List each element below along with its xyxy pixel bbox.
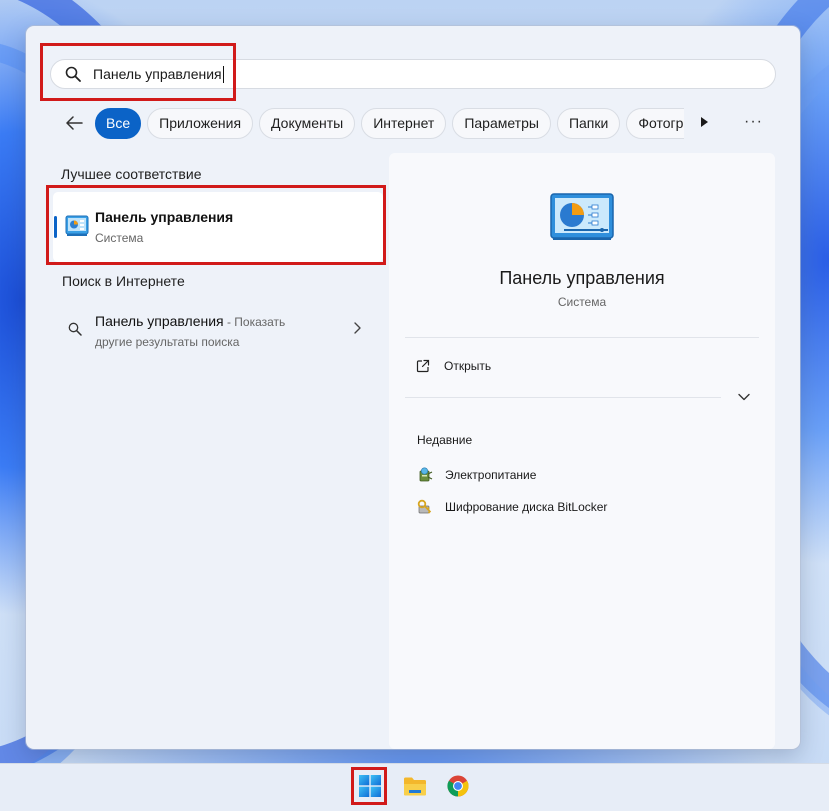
web-search-more: другие результаты поиска [95, 335, 240, 349]
preview-pane: Панель управления Система Открыть Недавн… [389, 153, 775, 749]
annotation-highlight-box [351, 767, 387, 805]
web-search-result[interactable]: Панель управления - Показать другие резу… [66, 312, 366, 352]
more-options-button[interactable]: ··· [744, 113, 763, 131]
search-icon [68, 322, 82, 336]
back-arrow-icon[interactable] [58, 107, 90, 139]
web-search-heading: Поиск в Интернете [62, 273, 185, 289]
power-options-icon [419, 467, 433, 482]
filter-chip-all[interactable]: Все [95, 107, 142, 139]
web-search-query: Панель управления - Показать [95, 313, 286, 329]
recent-item-power[interactable]: Электропитание [417, 467, 536, 483]
recent-item-label: Электропитание [445, 468, 537, 482]
best-match-heading: Лучшее соответствие [61, 166, 202, 182]
filter-bar: Все Приложения Документы Интернет Параме… [58, 107, 690, 139]
divider [405, 397, 721, 398]
preview-title: Панель управления [499, 268, 665, 288]
filter-chip-apps[interactable]: Приложения [147, 107, 254, 139]
chrome-icon[interactable] [447, 775, 469, 797]
annotation-highlight-box [40, 43, 236, 101]
divider [405, 337, 759, 338]
web-search-suffix: - Показать [223, 315, 286, 329]
chevron-right-icon [354, 322, 361, 334]
annotation-highlight-box [46, 185, 386, 265]
filter-chip-settings[interactable]: Параметры [452, 107, 551, 139]
file-explorer-icon[interactable] [403, 775, 427, 797]
chevron-down-icon[interactable] [738, 393, 750, 401]
control-panel-icon [550, 193, 614, 240]
start-search-panel: Панель управления Все Приложения Докумен… [26, 26, 800, 749]
recent-item-bitlocker[interactable]: Шифрование диска BitLocker [417, 499, 607, 515]
recent-heading: Недавние [417, 433, 473, 447]
open-action[interactable]: Открыть [416, 359, 491, 373]
recent-item-label: Шифрование диска BitLocker [445, 500, 608, 514]
open-external-icon [416, 359, 430, 373]
bitlocker-icon [417, 499, 432, 514]
scroll-right-icon[interactable] [696, 114, 712, 130]
filter-chip-web[interactable]: Интернет [361, 107, 447, 139]
filter-chip-folders[interactable]: Папки [556, 107, 621, 139]
open-label: Открыть [444, 359, 492, 373]
filter-chip-documents[interactable]: Документы [259, 107, 356, 139]
preview-subtitle: Система [557, 295, 607, 309]
filter-chip-photos[interactable]: Фотогр [626, 107, 685, 139]
